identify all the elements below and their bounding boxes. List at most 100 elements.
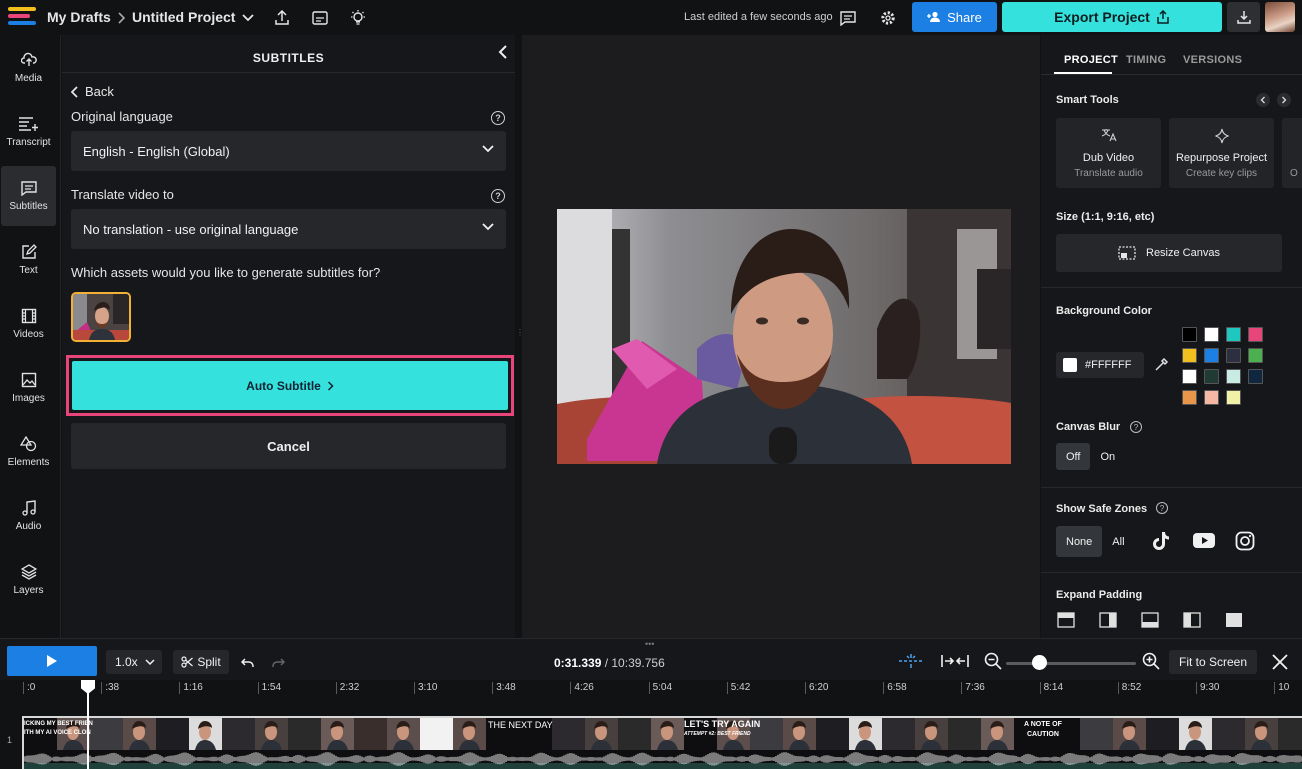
video-preview[interactable] <box>557 209 1011 464</box>
fit-to-screen-button[interactable]: Fit to Screen <box>1169 650 1257 674</box>
split-button[interactable]: Split <box>173 650 229 674</box>
clip-thumbnail <box>882 718 915 750</box>
instagram-icon[interactable] <box>1235 531 1255 556</box>
zoom-in-icon[interactable] <box>1142 652 1160 675</box>
clip-caption-note2: CAUTION <box>1027 731 1059 738</box>
translate-select[interactable]: No translation - use original language <box>71 209 506 249</box>
tab-versions[interactable]: VERSIONS <box>1183 54 1242 66</box>
color-swatch[interactable] <box>1182 327 1197 342</box>
time-readout: 0:31.339 / 10:39.756 <box>554 656 665 670</box>
download-button[interactable] <box>1227 2 1260 32</box>
tab-project[interactable]: PROJECT <box>1064 54 1118 66</box>
blur-on-option[interactable]: On <box>1090 443 1125 470</box>
safe-zone-none-option[interactable]: None <box>1056 526 1103 557</box>
nav-layers[interactable]: Layers <box>1 550 56 610</box>
tab-timing[interactable]: TIMING <box>1126 54 1166 66</box>
padding-top-icon[interactable] <box>1057 612 1075 628</box>
split-label: Split <box>197 655 221 669</box>
translate-help-icon[interactable]: ? <box>491 189 505 203</box>
nav-transcript[interactable]: Transcript <box>1 102 56 162</box>
clip-thumbnail <box>321 718 354 750</box>
gear-icon[interactable] <box>877 7 899 29</box>
zoom-out-icon[interactable] <box>984 652 1002 675</box>
auto-subtitle-button[interactable]: Auto Subtitle <box>72 361 508 410</box>
color-swatch[interactable] <box>1204 327 1219 342</box>
clip-thumbnail <box>90 718 123 750</box>
share-button[interactable]: Share <box>912 2 997 32</box>
playback-speed-select[interactable]: 1.0x <box>106 650 162 674</box>
play-button[interactable] <box>7 646 97 676</box>
color-swatch[interactable] <box>1248 327 1263 342</box>
asset-thumbnail[interactable] <box>71 292 131 342</box>
nav-elements[interactable]: Elements <box>1 422 56 482</box>
padding-left-icon[interactable] <box>1183 612 1201 628</box>
app-logo[interactable] <box>8 7 36 27</box>
nav-text[interactable]: Text <box>1 230 56 290</box>
chevron-down-icon[interactable] <box>237 7 259 29</box>
close-timeline-icon[interactable] <box>1272 654 1288 675</box>
nav-media[interactable]: Media <box>1 38 56 98</box>
nav-images[interactable]: Images <box>1 358 56 418</box>
magnet-snap-icon[interactable] <box>898 653 924 674</box>
nav-videos[interactable]: Videos <box>1 294 56 354</box>
project-title[interactable]: Untitled Project <box>132 9 235 25</box>
redo-icon[interactable] <box>272 655 286 673</box>
color-swatch[interactable] <box>1226 369 1241 384</box>
original-language-select[interactable]: English - English (Global) <box>71 131 506 171</box>
resize-canvas-button[interactable]: Resize Canvas <box>1056 234 1282 272</box>
panel-title: SUBTITLES <box>252 51 325 65</box>
scroll-right-icon[interactable] <box>1277 93 1291 107</box>
comments-icon[interactable] <box>837 7 859 29</box>
third-tool-card[interactable]: O <box>1282 118 1302 188</box>
nav-audio[interactable]: Audio <box>1 486 56 546</box>
color-swatch[interactable] <box>1226 390 1241 405</box>
color-swatch[interactable] <box>1204 390 1219 405</box>
breadcrumb-my-drafts[interactable]: My Drafts <box>47 9 111 25</box>
background-color-field[interactable]: #FFFFFF <box>1056 352 1144 378</box>
color-swatch[interactable] <box>1182 348 1197 363</box>
lightbulb-icon[interactable] <box>347 7 369 29</box>
undo-icon[interactable] <box>240 655 254 673</box>
repurpose-project-card[interactable]: Repurpose Project Create key clips <box>1169 118 1274 188</box>
user-avatar[interactable] <box>1265 2 1295 32</box>
color-swatch[interactable] <box>1226 348 1241 363</box>
scroll-left-icon[interactable] <box>1256 93 1270 107</box>
video-clip-track[interactable]: ICKING MY BEST FRIEN ITH MY AI VOICE CLO… <box>22 716 1302 769</box>
color-swatch[interactable] <box>1204 369 1219 384</box>
fit-timeline-icon[interactable] <box>941 654 969 673</box>
color-swatch[interactable] <box>1248 369 1263 384</box>
captions-icon[interactable] <box>309 7 331 29</box>
youtube-icon[interactable] <box>1193 533 1215 553</box>
zoom-slider-track[interactable] <box>1006 662 1136 665</box>
ruler-tick <box>961 682 963 694</box>
timeline-ruler[interactable]: :0:38 1:16 1:54 2:32 3:10 3:48 4:26 5:04 5:42 6:2… <box>0 680 1302 708</box>
tiktok-icon[interactable] <box>1152 531 1170 556</box>
collapse-panel-icon[interactable] <box>498 45 508 64</box>
safe-zone-all-option[interactable]: All <box>1102 528 1134 555</box>
color-swatch[interactable] <box>1182 390 1197 405</box>
padding-right-icon[interactable] <box>1099 612 1117 628</box>
canvas-blur-help-icon[interactable]: ? <box>1130 421 1142 433</box>
zoom-slider-knob[interactable] <box>1032 655 1047 670</box>
original-language-help-icon[interactable]: ? <box>491 111 505 125</box>
padding-all-icon[interactable] <box>1225 612 1243 628</box>
back-link[interactable]: Back <box>71 84 114 99</box>
color-swatch[interactable] <box>1182 369 1197 384</box>
eyedropper-icon[interactable] <box>1155 357 1169 376</box>
padding-bottom-icon[interactable] <box>1141 612 1159 628</box>
panel-resize-handle[interactable]: ⋮ <box>516 329 524 345</box>
ruler-tick <box>570 682 572 694</box>
timeline-resize-handle[interactable]: ••• <box>645 639 654 649</box>
color-swatch[interactable] <box>1248 348 1263 363</box>
safe-zones-help-icon[interactable]: ? <box>1156 502 1168 514</box>
clip-thumbnail <box>1212 718 1245 750</box>
nav-subtitles[interactable]: Subtitles <box>1 166 56 226</box>
export-project-button[interactable]: Export Project <box>1002 2 1222 32</box>
color-swatch[interactable] <box>1226 327 1241 342</box>
upload-icon[interactable] <box>271 7 293 29</box>
blur-off-option[interactable]: Off <box>1056 443 1091 470</box>
color-swatch[interactable] <box>1204 348 1219 363</box>
cancel-button[interactable]: Cancel <box>71 423 506 469</box>
ruler-tick-label: :38 <box>105 682 120 693</box>
dub-video-card[interactable]: Dub Video Translate audio <box>1056 118 1161 188</box>
